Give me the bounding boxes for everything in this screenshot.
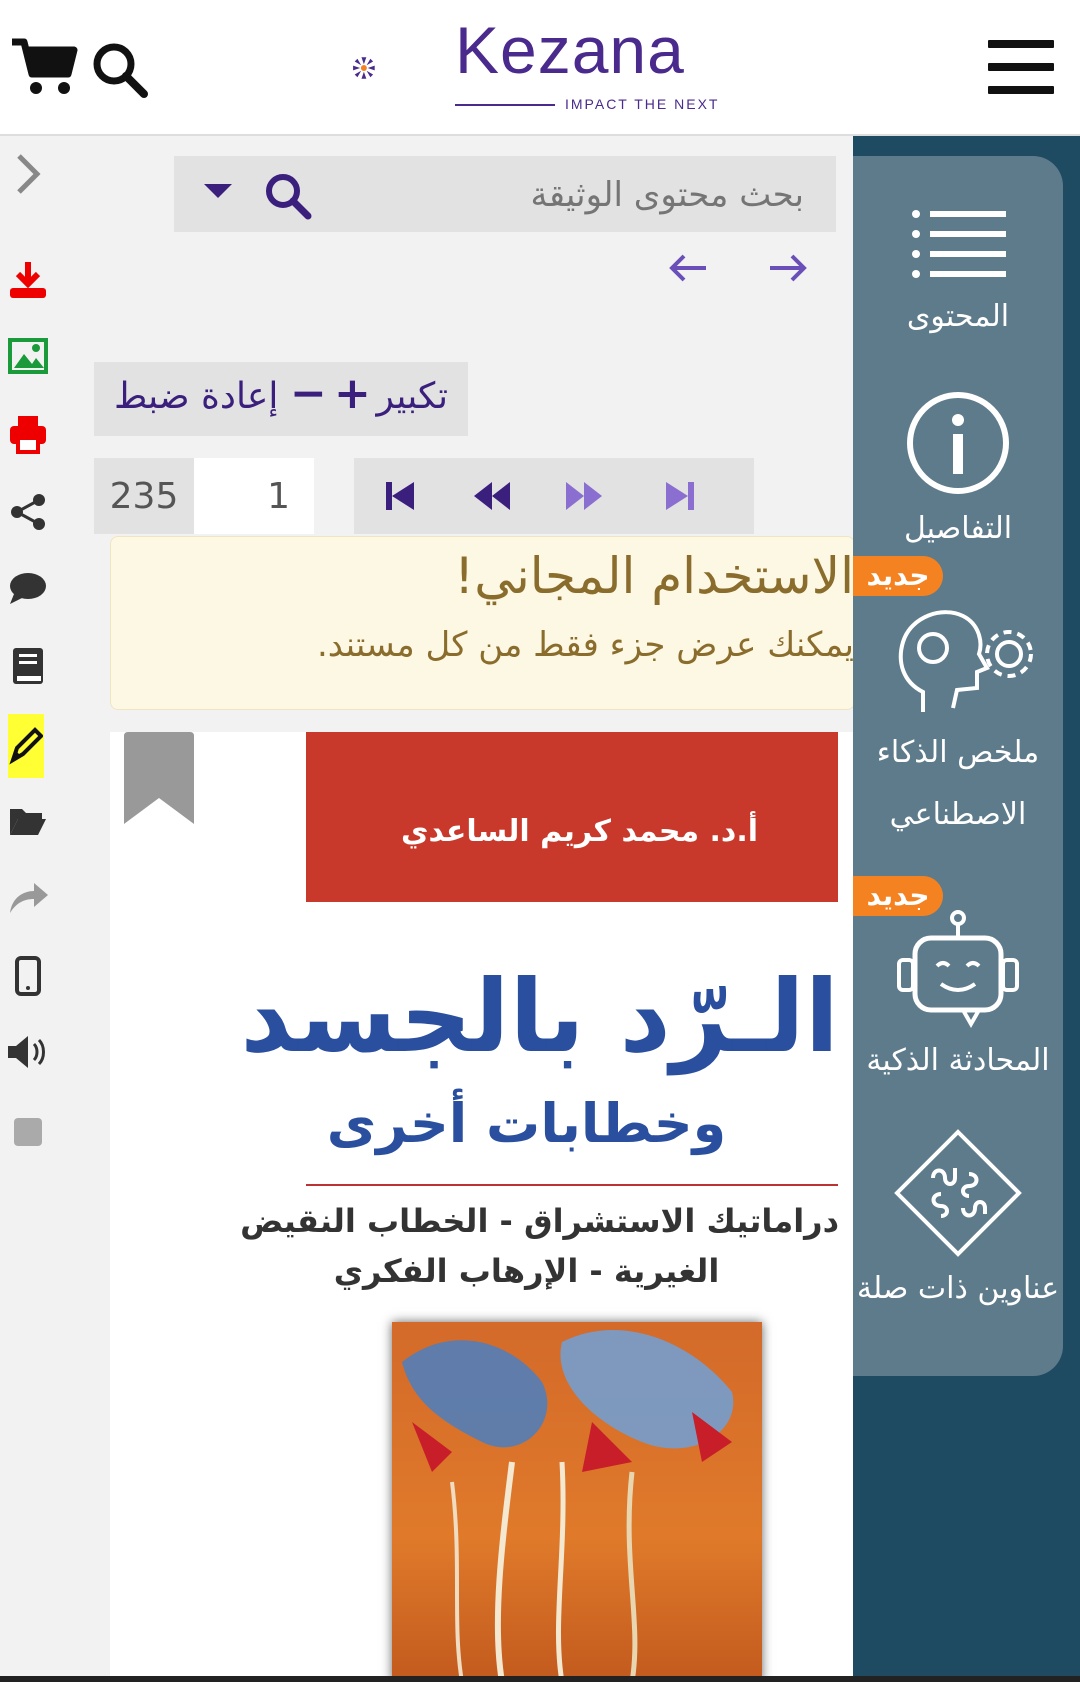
share-icon[interactable]	[6, 490, 50, 534]
ai-head-icon	[898, 610, 1033, 712]
panel-item-label: عناوين ذات صلة	[856, 1271, 1060, 1306]
document-viewer: تكبير + − إعادة ضبط 235 الاستخدام المجان…	[62, 136, 855, 1682]
panel-item-label: ملخص الذكاء	[876, 735, 1040, 770]
info-icon	[907, 392, 1009, 494]
zoom-controls: تكبير + − إعادة ضبط	[94, 362, 468, 436]
chevron-right-icon[interactable]	[6, 152, 50, 196]
image-icon[interactable]	[6, 334, 50, 378]
page-indicator: 235	[94, 458, 316, 534]
arrow-right-icon[interactable]	[766, 246, 810, 290]
zoom-out-button[interactable]: −	[290, 368, 327, 419]
panel-item-label: المحتوى	[906, 299, 1010, 334]
arrow-left-icon[interactable]	[666, 246, 710, 290]
notice-body: يمكنك عرض جزء فقط من كل مستند.	[316, 625, 854, 665]
tagline-rule	[455, 104, 555, 106]
kezana-logo-icon[interactable]	[352, 20, 452, 116]
search-options-dropdown-icon[interactable]	[204, 184, 232, 198]
bookmark-icon[interactable]	[124, 732, 194, 824]
search-icon[interactable]	[90, 40, 148, 98]
notice-title: الاستخدام المجاني!	[454, 547, 854, 605]
right-panel-card: المحتوى التفاصيل جديد ملخص الذكاء الاصطن…	[853, 156, 1063, 1376]
redo-icon[interactable]	[6, 876, 50, 920]
first-page-icon[interactable]	[380, 476, 420, 516]
panel-item-details[interactable]: التفاصيل	[853, 388, 1063, 560]
cover-painting	[392, 1322, 762, 1682]
top-header: Kezana IMPACT THE NEXT	[0, 0, 1080, 136]
document-page: أ.د. محمد كريم الساعدي الـرّد بالجسد وخط…	[110, 732, 853, 1682]
cover-topics-line-2: الغيرية - الإرهاب الفكري	[333, 1252, 720, 1290]
robot-icon	[897, 910, 1019, 1029]
hamburger-menu-icon[interactable]	[988, 40, 1054, 98]
zoom-in-button[interactable]: +	[334, 368, 371, 419]
previous-page-icon[interactable]	[472, 476, 512, 516]
speaker-icon[interactable]	[6, 1030, 50, 1074]
document-search-bar	[174, 156, 836, 232]
left-toolbar	[0, 136, 62, 1682]
free-usage-notice: الاستخدام المجاني! يمكنك عرض جزء فقط من …	[110, 536, 855, 710]
puzzle-icon	[894, 1129, 1022, 1257]
cover-topics-line-1: دراماتيك الاستشراق - الخطاب النقيض	[240, 1202, 839, 1240]
pencil-icon[interactable]	[8, 714, 44, 778]
zoom-label: تكبير	[376, 376, 449, 417]
panel-item-label-line-2: الاصطناعي	[889, 797, 1027, 832]
mobile-icon[interactable]	[6, 954, 50, 998]
zoom-reset-button[interactable]: إعادة ضبط	[114, 376, 278, 417]
document-search-input[interactable]	[442, 166, 806, 224]
last-page-icon[interactable]	[660, 476, 700, 516]
cover-subtitle: وخطابات أخرى	[326, 1092, 727, 1155]
panel-item-label: التفاصيل	[903, 511, 1013, 546]
right-side-panel: المحتوى التفاصيل جديد ملخص الذكاء الاصطن…	[853, 136, 1080, 1682]
brand-tagline: IMPACT THE NEXT	[565, 96, 720, 112]
cart-icon[interactable]	[10, 36, 78, 96]
current-page-input[interactable]	[194, 458, 314, 534]
panel-item-ai-summary[interactable]: ملخص الذكاء الاصطناعي	[853, 602, 1063, 846]
cover-divider	[306, 1184, 838, 1186]
total-pages: 235	[94, 458, 194, 534]
new-badge: جديد	[853, 556, 943, 596]
download-icon[interactable]	[6, 258, 50, 302]
comment-icon[interactable]	[6, 566, 50, 610]
print-icon[interactable]	[6, 412, 50, 456]
book-icon[interactable]	[6, 644, 50, 688]
cover-author-band: أ.د. محمد كريم الساعدي	[306, 732, 838, 902]
panel-item-label: المحادثة الذكية	[866, 1043, 1050, 1078]
page-navigation	[354, 458, 754, 534]
bottom-edge	[0, 1676, 1080, 1682]
cover-author: أ.د. محمد كريم الساعدي	[401, 814, 758, 849]
brand-name[interactable]: Kezana	[455, 12, 685, 88]
panel-item-smart-chat[interactable]: المحادثة الذكية	[853, 910, 1063, 1092]
panel-item-related-titles[interactable]: عناوين ذات صلة	[853, 1128, 1063, 1320]
stop-square-icon[interactable]	[6, 1110, 50, 1154]
search-icon[interactable]	[262, 170, 312, 220]
cover-title: الـرّد بالجسد	[240, 958, 841, 1075]
panel-item-contents[interactable]: المحتوى	[853, 206, 1063, 348]
folder-open-icon[interactable]	[6, 800, 50, 844]
next-page-icon[interactable]	[564, 476, 604, 516]
list-icon	[912, 210, 1006, 278]
